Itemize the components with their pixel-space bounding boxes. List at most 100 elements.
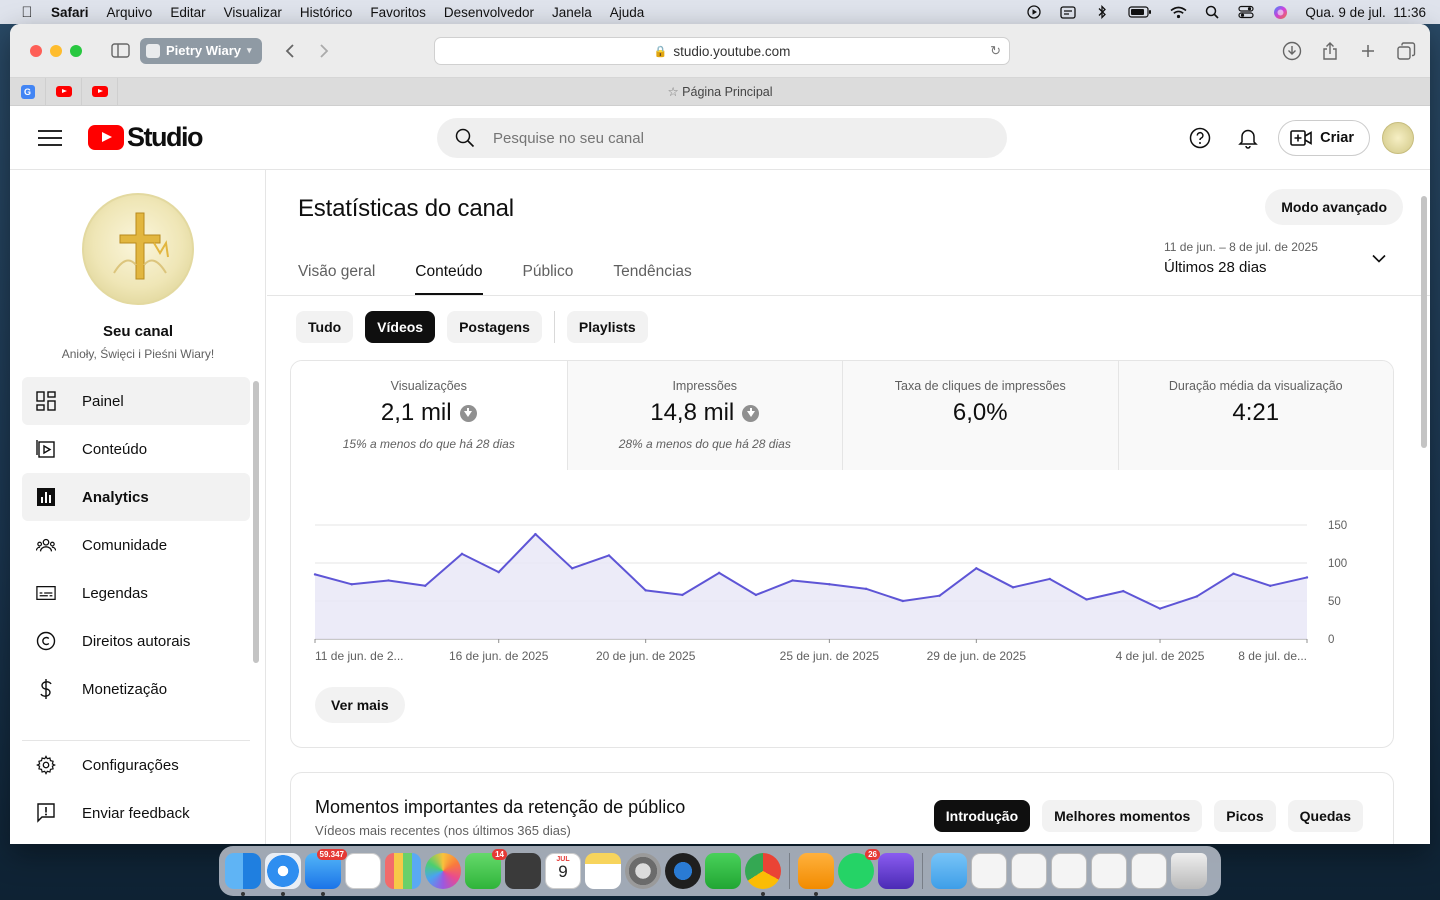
mail-icon[interactable]: 59.347 xyxy=(305,849,347,896)
sidebar-scrollbar[interactable] xyxy=(253,381,259,663)
trash-icon[interactable] xyxy=(1171,853,1207,889)
siri-icon[interactable] xyxy=(1271,5,1289,19)
create-button[interactable]: Criar xyxy=(1278,120,1370,156)
notifications-bell-icon[interactable] xyxy=(1230,120,1266,156)
channel-avatar[interactable] xyxy=(82,193,194,305)
sidebar-item-conteudo[interactable]: Conteúdo xyxy=(22,425,250,473)
whatsapp-icon[interactable]: 26 xyxy=(838,849,880,889)
metric-visualizacoes[interactable]: Visualizações 2,1 mil 15% a menos do que… xyxy=(291,361,567,470)
address-bar[interactable]: 🔒 studio.youtube.com ↻ xyxy=(434,37,1010,65)
capcut-icon[interactable] xyxy=(345,853,381,889)
new-tab-icon[interactable] xyxy=(1354,37,1382,65)
metric-impressoes[interactable]: Impressões 14,8 mil 28% a menos do que h… xyxy=(566,361,842,470)
document-thumbnail-icon[interactable] xyxy=(1091,853,1127,889)
numbers-icon[interactable] xyxy=(705,853,741,889)
tab-overview-icon[interactable] xyxy=(1392,37,1420,65)
tab-visao-geral[interactable]: Visão geral xyxy=(298,252,375,296)
document-thumbnail-icon[interactable] xyxy=(1011,853,1047,889)
sidebar-item-label: Legendas xyxy=(82,584,148,602)
system-settings-icon[interactable] xyxy=(625,853,661,889)
safari-icon[interactable] xyxy=(265,853,301,896)
main-scrollbar[interactable] xyxy=(1421,196,1427,448)
favorite-youtube-1[interactable] xyxy=(46,77,82,106)
favorite-youtube-2[interactable] xyxy=(82,77,118,106)
menu-app[interactable]: Safari xyxy=(51,5,89,20)
menu-janela[interactable]: Janela xyxy=(552,5,592,20)
help-icon[interactable] xyxy=(1182,120,1218,156)
sidebar-item-monetizacao[interactable]: Monetização xyxy=(22,665,250,713)
chip-melhores-momentos[interactable]: Melhores momentos xyxy=(1042,800,1203,832)
facetime-icon[interactable]: 14 xyxy=(465,849,507,889)
zoom-window-button[interactable] xyxy=(70,44,82,57)
metric-duracao-media[interactable]: Duração média da visualização 4:21 xyxy=(1117,361,1393,470)
menubar-clock[interactable]: Qua. 9 de jul. 11:36 xyxy=(1305,5,1426,20)
date-range-picker[interactable]: 11 de jun. – 8 de jul. de 2025 Últimos 2… xyxy=(1164,240,1394,276)
play-status-icon[interactable] xyxy=(1025,5,1043,19)
menu-historico[interactable]: Histórico xyxy=(300,5,353,20)
screen-status-icon[interactable] xyxy=(1059,5,1077,19)
menu-ajuda[interactable]: Ajuda xyxy=(610,5,645,20)
tab-conteudo[interactable]: Conteúdo xyxy=(415,252,483,296)
tab-tendencias[interactable]: Tendências xyxy=(613,252,691,296)
control-center-icon[interactable] xyxy=(1237,5,1255,19)
pages-icon[interactable] xyxy=(798,853,834,896)
tab-publico[interactable]: Público xyxy=(523,252,574,296)
sidebar-item-analytics[interactable]: Analytics xyxy=(22,473,250,521)
share-icon[interactable] xyxy=(1316,37,1344,65)
reload-icon[interactable]: ↻ xyxy=(990,43,1001,59)
search-input[interactable] xyxy=(493,129,933,147)
chip-playlists[interactable]: Playlists xyxy=(566,311,648,343)
apple-icon[interactable]:  xyxy=(12,4,42,21)
metric-taxa-cliques[interactable]: Taxa de cliques de impressões 6,0% xyxy=(842,361,1118,470)
back-icon[interactable] xyxy=(276,37,304,65)
bluetooth-icon[interactable] xyxy=(1093,5,1111,19)
spotlight-search-icon[interactable] xyxy=(1203,5,1221,19)
finder-icon[interactable] xyxy=(225,853,261,896)
favorite-google-translate[interactable]: G xyxy=(10,77,46,106)
menu-desenvolvedor[interactable]: Desenvolvedor xyxy=(444,5,534,20)
menu-visualizar[interactable]: Visualizar xyxy=(224,5,282,20)
downloads-icon[interactable] xyxy=(1278,37,1306,65)
menu-editar[interactable]: Editar xyxy=(170,5,205,20)
wifi-icon[interactable] xyxy=(1169,5,1187,19)
chip-introducao[interactable]: Introdução xyxy=(933,800,1031,832)
chip-tudo[interactable]: Tudo xyxy=(296,311,354,343)
calculator-icon[interactable] xyxy=(505,853,541,889)
close-window-button[interactable] xyxy=(30,44,42,57)
quicktime-icon[interactable] xyxy=(665,853,701,889)
calendar-icon[interactable]: JUL 9 xyxy=(545,853,581,889)
advanced-mode-button[interactable]: Modo avançado xyxy=(1265,189,1403,225)
search-icon[interactable] xyxy=(455,128,475,148)
see-more-button[interactable]: Ver mais xyxy=(315,687,405,723)
sidebar-item-enviar-feedback[interactable]: Enviar feedback xyxy=(22,789,250,837)
sidebar-item-configuracoes[interactable]: Configurações xyxy=(22,741,250,789)
account-avatar[interactable] xyxy=(1382,122,1414,154)
sidebar-toggle-icon[interactable] xyxy=(106,37,134,65)
chip-picos[interactable]: Picos xyxy=(1214,800,1276,832)
sidebar-item-painel[interactable]: Painel xyxy=(22,377,250,425)
menu-favoritos[interactable]: Favoritos xyxy=(370,5,426,20)
chip-postagens[interactable]: Postagens xyxy=(447,311,542,343)
chrome-icon[interactable] xyxy=(745,853,781,896)
document-thumbnail-icon[interactable] xyxy=(1051,853,1087,889)
minimize-window-button[interactable] xyxy=(50,44,62,57)
sidebar-item-direitos-autorais[interactable]: Direitos autorais xyxy=(22,617,250,665)
battery-icon[interactable] xyxy=(1127,5,1153,19)
hamburger-menu-icon[interactable] xyxy=(38,129,62,146)
chip-quedas[interactable]: Quedas xyxy=(1287,800,1363,832)
chip-videos[interactable]: Vídeos xyxy=(365,311,436,343)
launchpad-icon[interactable] xyxy=(385,853,421,889)
document-thumbnail-icon[interactable] xyxy=(971,853,1007,889)
profile-switcher[interactable]: Pietry Wiary ▾ xyxy=(140,37,262,64)
document-thumbnail-icon[interactable] xyxy=(1131,853,1167,889)
folder-icon[interactable] xyxy=(931,853,967,889)
photos-icon[interactable] xyxy=(425,853,461,889)
clipper-icon[interactable] xyxy=(878,853,914,889)
forward-icon[interactable] xyxy=(310,37,338,65)
views-chart[interactable]: 0 50 100 150 11 de jun. de 2... 16 de jun. de… xyxy=(291,501,1394,681)
menu-arquivo[interactable]: Arquivo xyxy=(107,5,153,20)
studio-logo[interactable]: Studio xyxy=(88,122,203,153)
notes-icon[interactable] xyxy=(585,853,621,889)
sidebar-item-comunidade[interactable]: Comunidade xyxy=(22,521,250,569)
sidebar-item-legendas[interactable]: Legendas xyxy=(22,569,250,617)
